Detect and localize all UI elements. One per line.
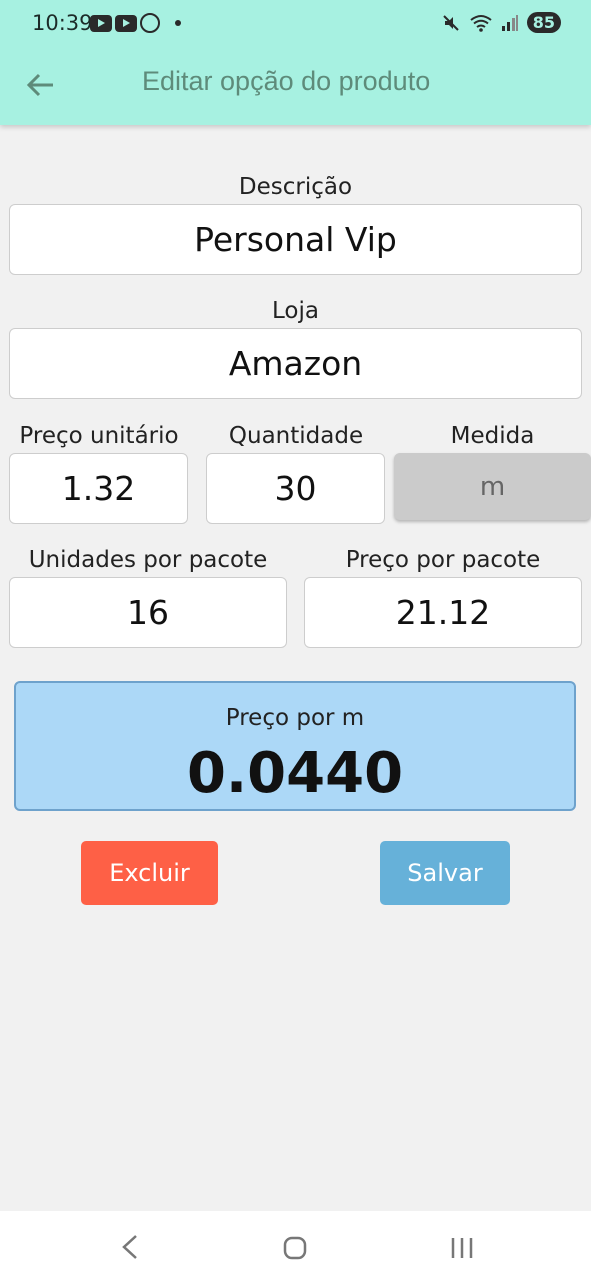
arrow-left-icon[interactable]: [24, 68, 58, 102]
page-title: Editar opção do produto: [142, 66, 431, 96]
store-label: Loja: [272, 298, 319, 324]
units-per-pack-field[interactable]: 16: [9, 577, 287, 648]
status-time: 10:39: [32, 11, 93, 35]
status-app-icons: [90, 13, 181, 33]
unit-price-label: Preço unitário: [19, 423, 179, 449]
battery-indicator: 85: [526, 12, 561, 33]
price-per-pack-field[interactable]: 21.12: [304, 577, 582, 648]
price-per-unit-label: Preço por m: [225, 705, 365, 731]
app-bar: 10:39 85 Editar opção do produto: [0, 0, 591, 125]
signal-icon: [501, 14, 518, 31]
price-per-pack-label: Preço por pacote: [345, 547, 541, 573]
status-right-icons: 85: [441, 12, 561, 33]
store-field[interactable]: Amazon: [9, 328, 582, 399]
wifi-icon: [470, 14, 492, 32]
quantity-label: Quantidade: [228, 423, 364, 449]
price-per-unit-card: Preço por m 0.0440: [14, 681, 576, 811]
unit-price-field[interactable]: 1.32: [9, 453, 188, 524]
measure-label: Medida: [450, 423, 535, 449]
back-nav-icon[interactable]: [118, 1233, 142, 1261]
youtube-icon: [90, 14, 112, 32]
recents-nav-icon[interactable]: [449, 1235, 475, 1261]
home-nav-icon[interactable]: [282, 1235, 308, 1261]
whatsapp-icon: [140, 13, 160, 33]
description-label: Descrição: [238, 174, 353, 200]
save-button[interactable]: Salvar: [380, 841, 510, 905]
measure-field[interactable]: m: [394, 453, 591, 520]
status-bar: 10:39 85: [0, 0, 591, 48]
price-per-unit-value: 0.0440: [186, 741, 404, 806]
description-field[interactable]: Personal Vip: [9, 204, 582, 275]
delete-button[interactable]: Excluir: [81, 841, 218, 905]
system-nav-bar: [0, 1211, 591, 1280]
mute-icon: [443, 14, 459, 31]
youtube-icon: [115, 14, 137, 32]
notification-dot-icon: [175, 20, 181, 26]
units-per-pack-label: Unidades por pacote: [28, 547, 268, 573]
quantity-field[interactable]: 30: [206, 453, 385, 524]
